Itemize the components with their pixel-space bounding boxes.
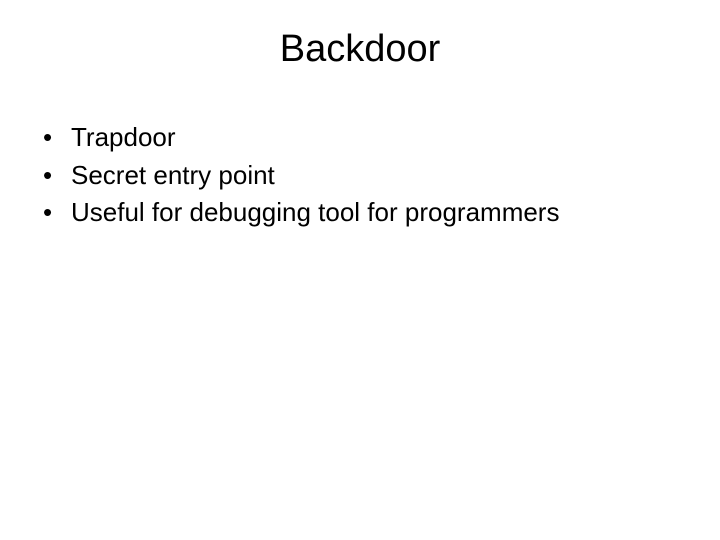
- list-item: Useful for debugging tool for programmer…: [43, 194, 695, 232]
- slide-container: Backdoor Trapdoor Secret entry point Use…: [0, 0, 720, 540]
- list-item: Trapdoor: [43, 119, 695, 157]
- slide-title: Backdoor: [25, 28, 695, 71]
- list-item: Secret entry point: [43, 157, 695, 195]
- bullet-list: Trapdoor Secret entry point Useful for d…: [25, 119, 695, 232]
